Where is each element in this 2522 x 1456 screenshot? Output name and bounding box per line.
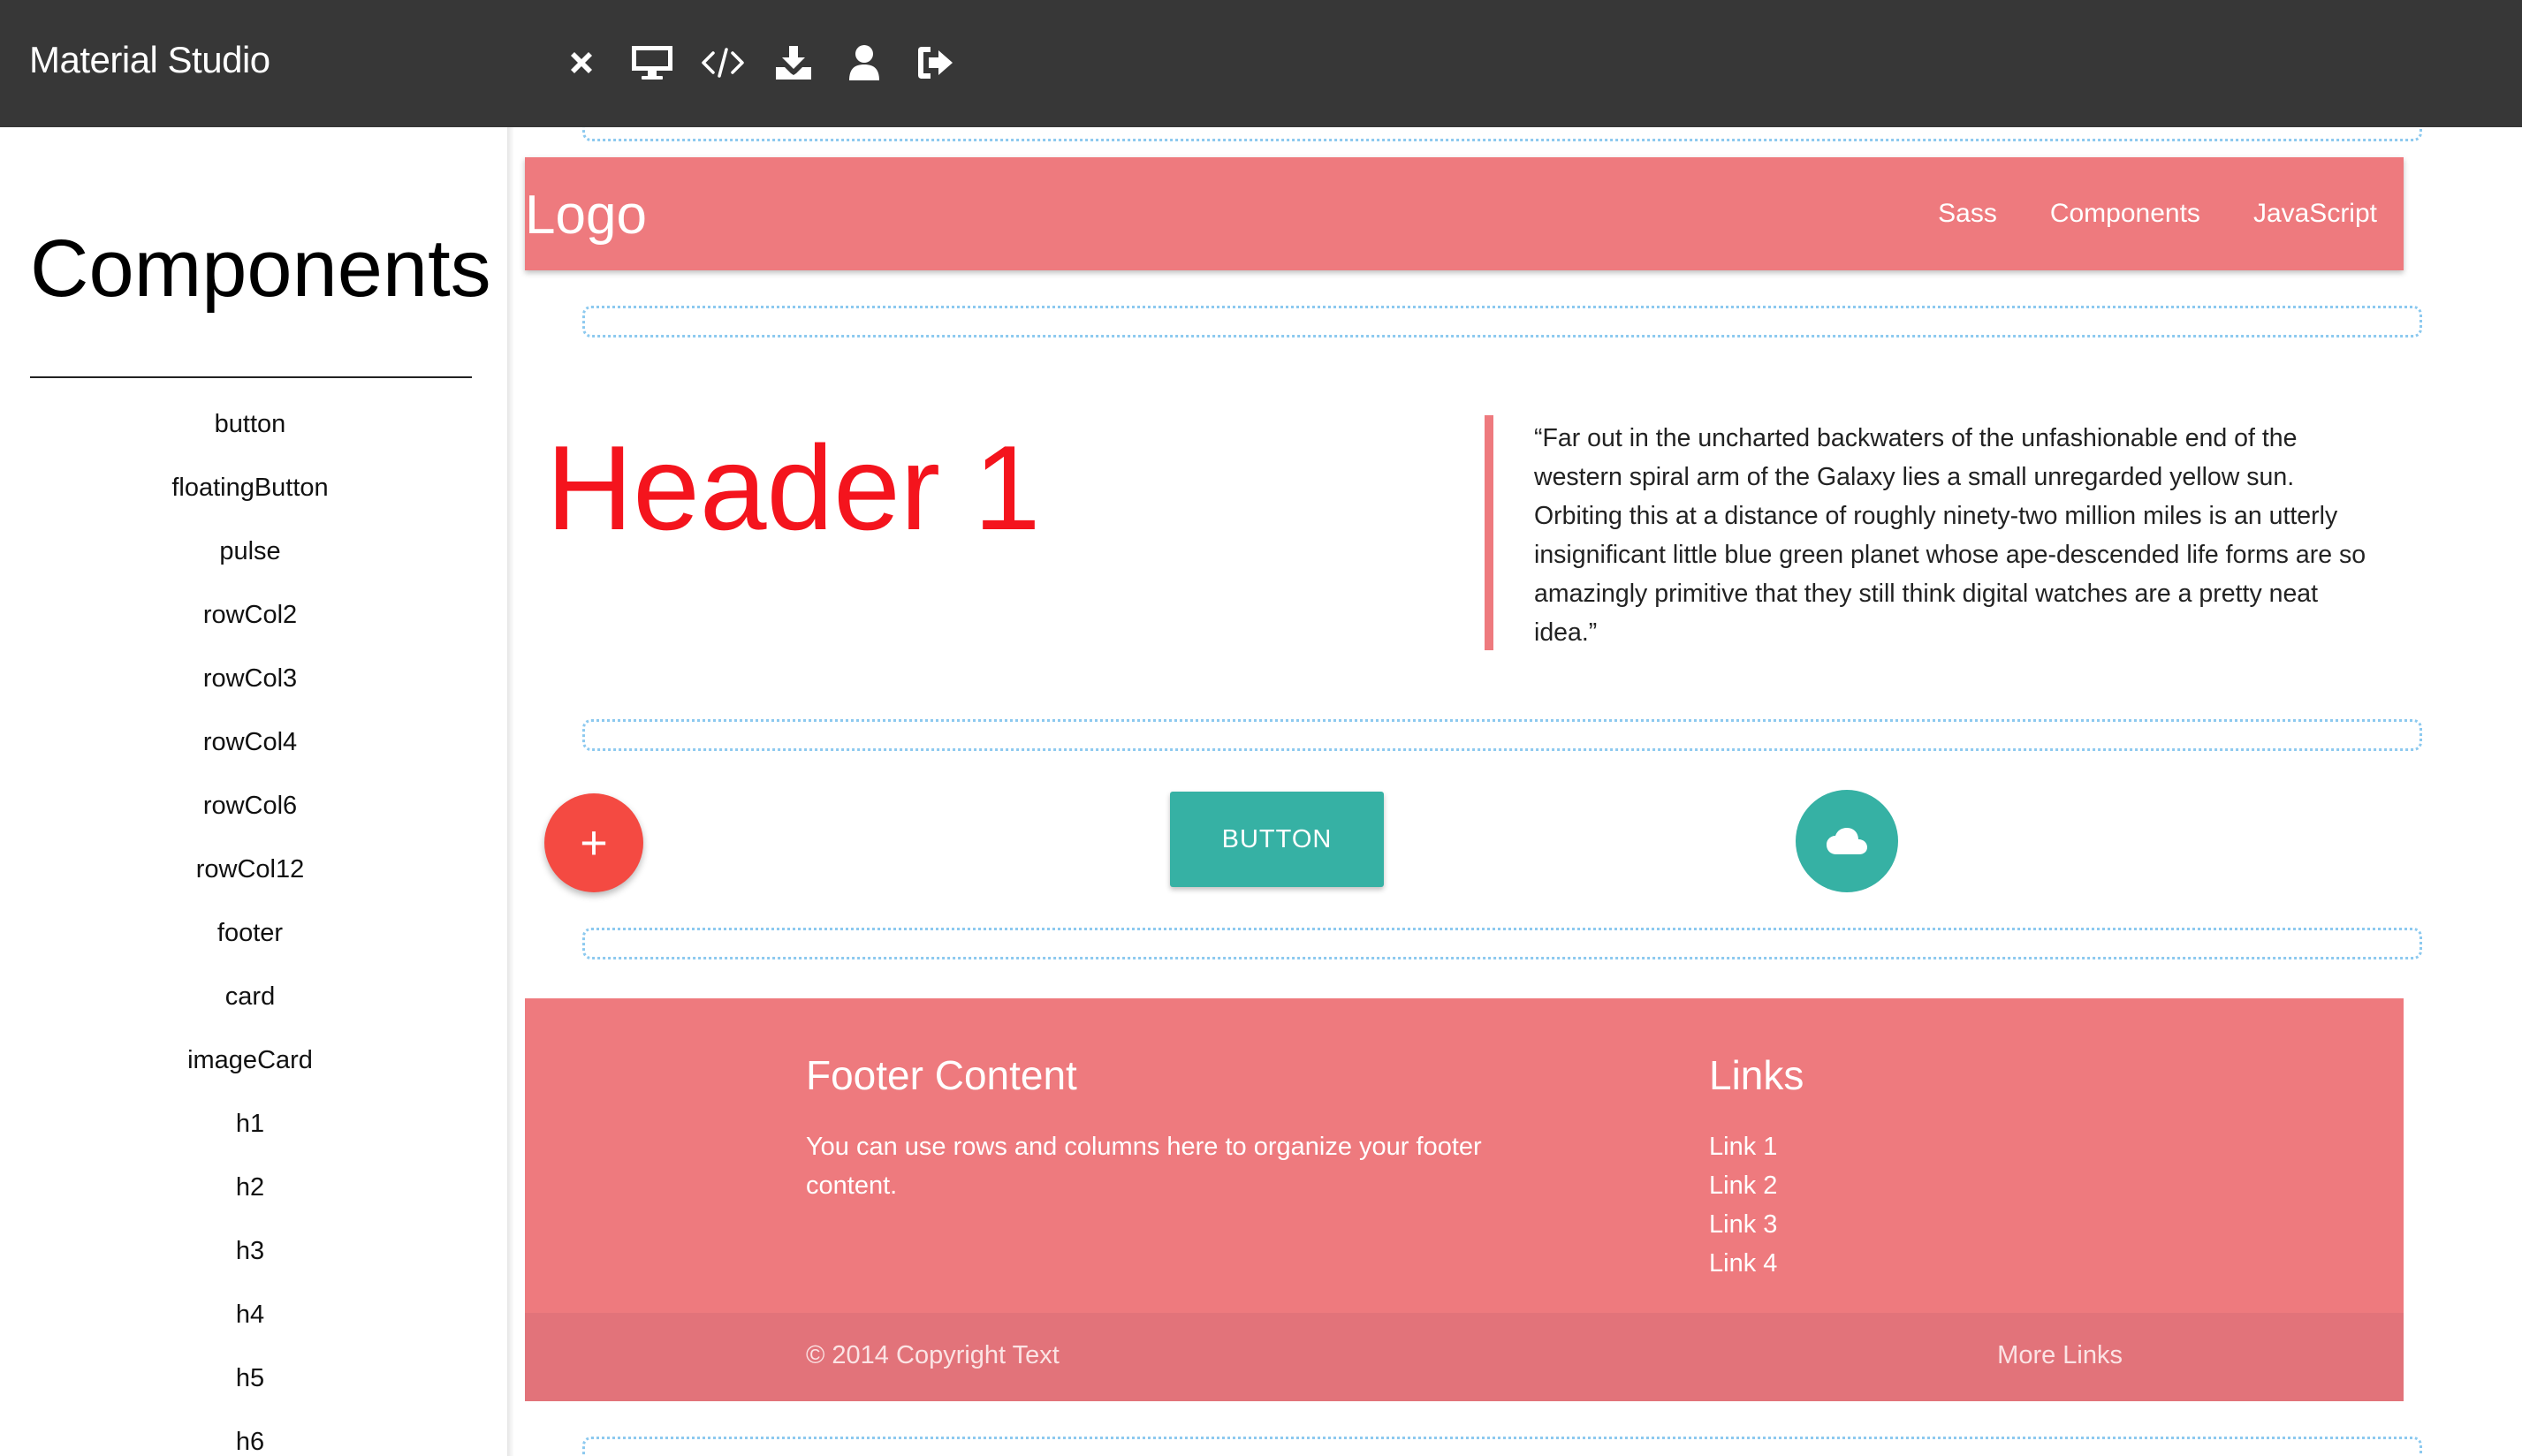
toolbar	[551, 35, 976, 90]
footer-links-list: Link 1 Link 2 Link 3 Link 4	[1709, 1127, 1777, 1283]
app-title: Material Studio	[29, 39, 270, 80]
sign-out-icon[interactable]	[905, 35, 965, 90]
component-item-pulse[interactable]: pulse	[0, 519, 500, 583]
preview-footer[interactable]: Footer Content You can use rows and colu…	[525, 998, 2404, 1401]
design-canvas[interactable]: Logo Sass Components JavaScript Header 1…	[514, 127, 2522, 1456]
component-item-imagecard[interactable]: imageCard	[0, 1028, 500, 1092]
component-item-h5[interactable]: h5	[0, 1346, 500, 1410]
drop-zone[interactable]	[582, 1437, 2422, 1456]
more-links-link[interactable]: More Links	[1997, 1341, 2123, 1370]
footer-link-4[interactable]: Link 4	[1709, 1244, 1777, 1283]
app-top-bar: Material Studio	[0, 0, 2522, 127]
code-icon[interactable]	[693, 35, 753, 90]
component-item-button[interactable]: button	[0, 392, 500, 456]
desktop-icon[interactable]	[622, 35, 682, 90]
navbar-link-sass[interactable]: Sass	[1938, 199, 1997, 229]
navbar-logo[interactable]: Logo	[525, 184, 647, 246]
raised-button[interactable]: BUTTON	[1170, 792, 1384, 887]
drop-zone[interactable]	[582, 306, 2422, 337]
component-item-h4[interactable]: h4	[0, 1283, 500, 1346]
component-item-rowcol4[interactable]: rowCol4	[0, 710, 500, 774]
footer-copyright-bar: © 2014 Copyright Text More Links	[525, 1313, 2404, 1401]
preview-blockquote[interactable]: “Far out in the uncharted backwaters of …	[1485, 415, 2368, 650]
navbar-links: Sass Components JavaScript	[1885, 157, 2377, 270]
component-item-h1[interactable]: h1	[0, 1092, 500, 1156]
component-item-rowcol12[interactable]: rowCol12	[0, 838, 500, 901]
sidebar-shadow	[507, 127, 514, 1456]
copyright-text: © 2014 Copyright Text	[806, 1341, 1060, 1369]
user-icon[interactable]	[834, 35, 894, 90]
component-item-h2[interactable]: h2	[0, 1156, 500, 1219]
footer-title: Footer Content	[806, 1052, 1077, 1098]
footer-text: You can use rows and columns here to org…	[806, 1133, 1482, 1200]
footer-link-1[interactable]: Link 1	[1709, 1127, 1777, 1166]
add-floating-button[interactable]: +	[544, 793, 643, 892]
component-item-h3[interactable]: h3	[0, 1219, 500, 1283]
cloud-icon	[1827, 828, 1867, 854]
footer-link-2[interactable]: Link 2	[1709, 1166, 1777, 1205]
close-icon[interactable]	[551, 35, 612, 90]
sidebar-title: Components	[30, 224, 491, 314]
component-list: button floatingButton pulse rowCol2 rowC…	[0, 392, 500, 1456]
drop-zone[interactable]	[582, 928, 2422, 959]
component-item-rowcol6[interactable]: rowCol6	[0, 774, 500, 838]
drop-zone[interactable]	[582, 127, 2422, 141]
components-sidebar: Components button floatingButton pulse r…	[0, 127, 507, 1456]
component-item-footer[interactable]: footer	[0, 901, 500, 965]
preview-navbar[interactable]: Logo Sass Components JavaScript	[525, 157, 2404, 270]
cloud-floating-button[interactable]	[1796, 790, 1898, 892]
component-item-floatingbutton[interactable]: floatingButton	[0, 456, 500, 519]
preview-header-1[interactable]: Header 1	[546, 428, 1040, 548]
download-icon[interactable]	[763, 35, 824, 90]
component-item-rowcol2[interactable]: rowCol2	[0, 583, 500, 647]
navbar-link-javascript[interactable]: JavaScript	[2253, 199, 2377, 229]
navbar-link-components[interactable]: Components	[2050, 199, 2200, 229]
footer-links-title: Links	[1709, 1052, 1804, 1098]
drop-zone[interactable]	[582, 719, 2422, 751]
component-item-rowcol3[interactable]: rowCol3	[0, 647, 500, 710]
component-item-card[interactable]: card	[0, 965, 500, 1028]
sidebar-divider	[30, 376, 472, 378]
component-item-h6[interactable]: h6	[0, 1410, 500, 1456]
footer-link-3[interactable]: Link 3	[1709, 1205, 1777, 1244]
